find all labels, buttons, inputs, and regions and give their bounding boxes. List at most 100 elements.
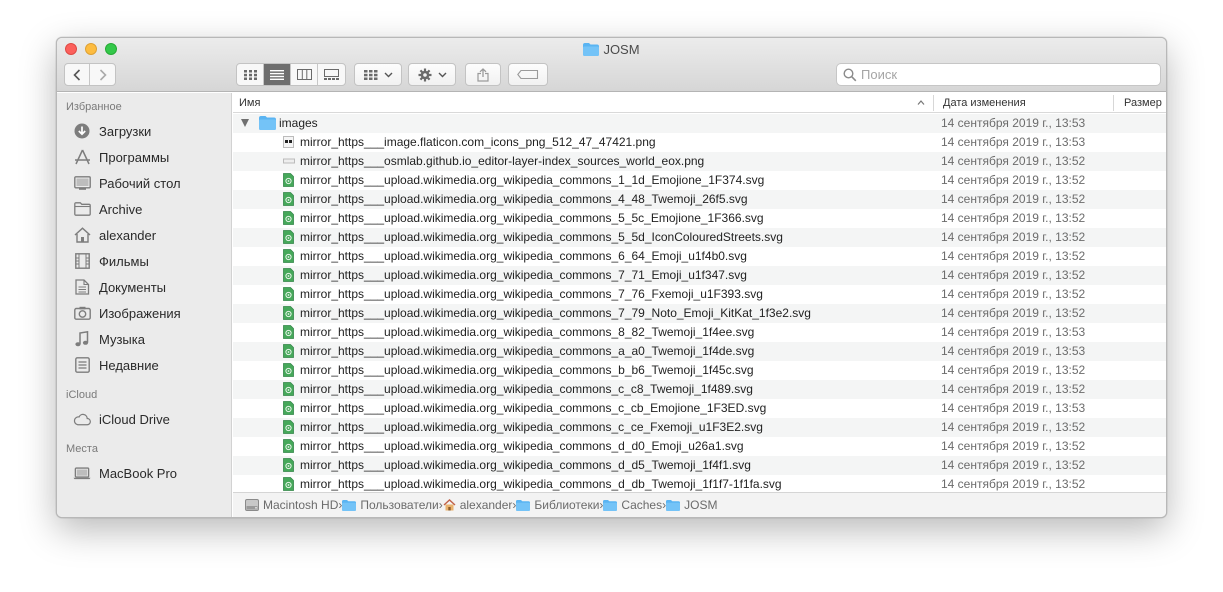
file-name: mirror_https___upload.wikimedia.org_wiki… (300, 211, 764, 225)
folder-icon (583, 43, 600, 59)
svg-file-icon (283, 458, 294, 472)
share-button[interactable] (465, 63, 501, 86)
file-row[interactable]: mirror_https___image.flaticon.com_icons_… (233, 133, 1166, 152)
column-name-header[interactable]: Имя (239, 97, 260, 109)
file-rows: images 14 сентября 2019 г., 13:53 mirror… (233, 114, 1166, 492)
sidebar-item-favorites-8[interactable]: Музыка (73, 329, 145, 349)
file-row[interactable]: mirror_https___upload.wikimedia.org_wiki… (233, 418, 1166, 437)
column-size-header[interactable]: Размер (1124, 97, 1162, 109)
file-date: 14 сентября 2019 г., 13:52 (941, 458, 1086, 472)
path-crumb-label: Caches (621, 498, 663, 512)
downloads-icon (73, 122, 91, 140)
file-row[interactable]: mirror_https___upload.wikimedia.org_wiki… (233, 342, 1166, 361)
file-row[interactable]: mirror_https___upload.wikimedia.org_wiki… (233, 380, 1166, 399)
path-crumb[interactable]: alexander (443, 498, 512, 512)
file-row[interactable]: mirror_https___upload.wikimedia.org_wiki… (233, 228, 1166, 247)
column-date-header[interactable]: Дата изменения (943, 97, 1026, 109)
cloud-icon (73, 410, 91, 428)
sidebar-item-favorites-1[interactable]: Программы (73, 147, 169, 167)
gallery-icon (324, 69, 339, 80)
path-crumb[interactable]: Macintosh HD (245, 498, 338, 512)
applications-icon (73, 148, 91, 166)
svg-file-icon (283, 268, 294, 282)
file-row[interactable]: mirror_https___upload.wikimedia.org_wiki… (233, 171, 1166, 190)
folder-icon (259, 116, 276, 130)
file-row[interactable]: mirror_https___upload.wikimedia.org_wiki… (233, 399, 1166, 418)
file-row[interactable]: mirror_https___upload.wikimedia.org_wiki… (233, 475, 1166, 492)
sidebar-item-favorites-3[interactable]: Archive (73, 199, 142, 219)
disclosure-triangle-icon[interactable] (241, 119, 249, 127)
icon-view-button[interactable] (237, 64, 264, 85)
path-crumb-label: Пользователи (360, 498, 439, 512)
file-row[interactable]: mirror_https___upload.wikimedia.org_wiki… (233, 247, 1166, 266)
sidebar-item-places-0[interactable]: MacBook Pro (73, 463, 177, 483)
path-crumb[interactable]: Пользователи (342, 498, 439, 512)
sidebar-item-favorites-2[interactable]: Рабочий стол (73, 173, 181, 193)
sidebar-item-label: Archive (99, 201, 143, 217)
back-button[interactable] (65, 64, 90, 85)
action-button[interactable] (408, 63, 456, 86)
sidebar-item-favorites-7[interactable]: Изображения (73, 303, 181, 323)
chevron-left-icon (73, 68, 81, 81)
column-divider[interactable] (933, 95, 934, 111)
columns-icon (296, 69, 312, 80)
path-crumb[interactable]: Библиотеки (516, 498, 599, 512)
folder-row-images[interactable]: images 14 сентября 2019 г., 13:53 (233, 114, 1166, 133)
file-date: 14 сентября 2019 г., 13:52 (941, 192, 1086, 206)
file-row[interactable]: mirror_https___osmlab.github.io_editor-l… (233, 152, 1166, 171)
file-name: mirror_https___upload.wikimedia.org_wiki… (300, 420, 763, 434)
file-row[interactable]: mirror_https___upload.wikimedia.org_wiki… (233, 304, 1166, 323)
group-by-button[interactable] (354, 63, 402, 86)
file-list: Имя Дата изменения Размер images 14 сент… (233, 93, 1166, 492)
forward-button[interactable] (90, 64, 115, 85)
recents-icon (73, 356, 91, 374)
sidebar-item-label: Изображения (99, 305, 181, 321)
search-input[interactable]: Поиск (861, 67, 897, 82)
column-view-button[interactable] (291, 64, 318, 85)
sidebar-item-icloud-0[interactable]: iCloud Drive (73, 409, 170, 429)
column-divider[interactable] (1113, 95, 1114, 111)
history-nav (64, 63, 116, 86)
movies-icon (73, 252, 91, 270)
sidebar-item-label: iCloud Drive (99, 411, 170, 427)
sidebar-item-favorites-0[interactable]: Загрузки (73, 121, 151, 141)
list-view-button[interactable] (264, 64, 291, 85)
sort-ascending-icon[interactable] (917, 100, 925, 105)
chevron-down-icon (438, 72, 446, 77)
file-name: mirror_https___upload.wikimedia.org_wiki… (300, 325, 755, 339)
home-icon (443, 499, 456, 511)
file-row[interactable]: mirror_https___upload.wikimedia.org_wiki… (233, 209, 1166, 228)
file-date: 14 сентября 2019 г., 13:52 (941, 154, 1086, 168)
file-row[interactable]: mirror_https___upload.wikimedia.org_wiki… (233, 190, 1166, 209)
file-date: 14 сентября 2019 г., 13:52 (941, 211, 1086, 225)
tags-button[interactable] (508, 63, 548, 86)
chevron-down-icon (384, 72, 392, 77)
file-name: mirror_https___upload.wikimedia.org_wiki… (300, 439, 744, 453)
gallery-view-button[interactable] (318, 64, 345, 85)
sidebar-item-favorites-5[interactable]: Фильмы (73, 251, 149, 271)
sidebar-item-favorites-4[interactable]: alexander (73, 225, 156, 245)
grid-icon (363, 69, 377, 80)
search-field[interactable]: Поиск (836, 63, 1161, 86)
file-date: 14 сентября 2019 г., 13:53 (941, 401, 1086, 415)
file-row[interactable]: mirror_https___upload.wikimedia.org_wiki… (233, 323, 1166, 342)
file-row[interactable]: mirror_https___upload.wikimedia.org_wiki… (233, 456, 1166, 475)
title-bar: JOSM Поиск (57, 38, 1166, 92)
search-icon (843, 67, 857, 81)
file-date: 14 сентября 2019 г., 13:53 (941, 344, 1086, 358)
sidebar-item-favorites-9[interactable]: Недавние (73, 355, 159, 375)
sidebar-item-label: alexander (99, 227, 157, 243)
path-crumb[interactable]: Caches (603, 498, 662, 512)
file-name: mirror_https___upload.wikimedia.org_wiki… (300, 382, 753, 396)
sidebar-item-favorites-6[interactable]: Документы (73, 277, 166, 297)
file-row[interactable]: mirror_https___upload.wikimedia.org_wiki… (233, 437, 1166, 456)
path-crumb[interactable]: JOSM (666, 498, 717, 512)
file-row[interactable]: mirror_https___upload.wikimedia.org_wiki… (233, 285, 1166, 304)
svg-file-icon (283, 325, 294, 339)
file-row[interactable]: mirror_https___upload.wikimedia.org_wiki… (233, 266, 1166, 285)
music-icon (73, 330, 91, 348)
window-title: JOSM (603, 42, 640, 57)
file-name: mirror_https___upload.wikimedia.org_wiki… (300, 249, 747, 263)
file-row[interactable]: mirror_https___upload.wikimedia.org_wiki… (233, 361, 1166, 380)
file-date: 14 сентября 2019 г., 13:52 (941, 268, 1086, 282)
